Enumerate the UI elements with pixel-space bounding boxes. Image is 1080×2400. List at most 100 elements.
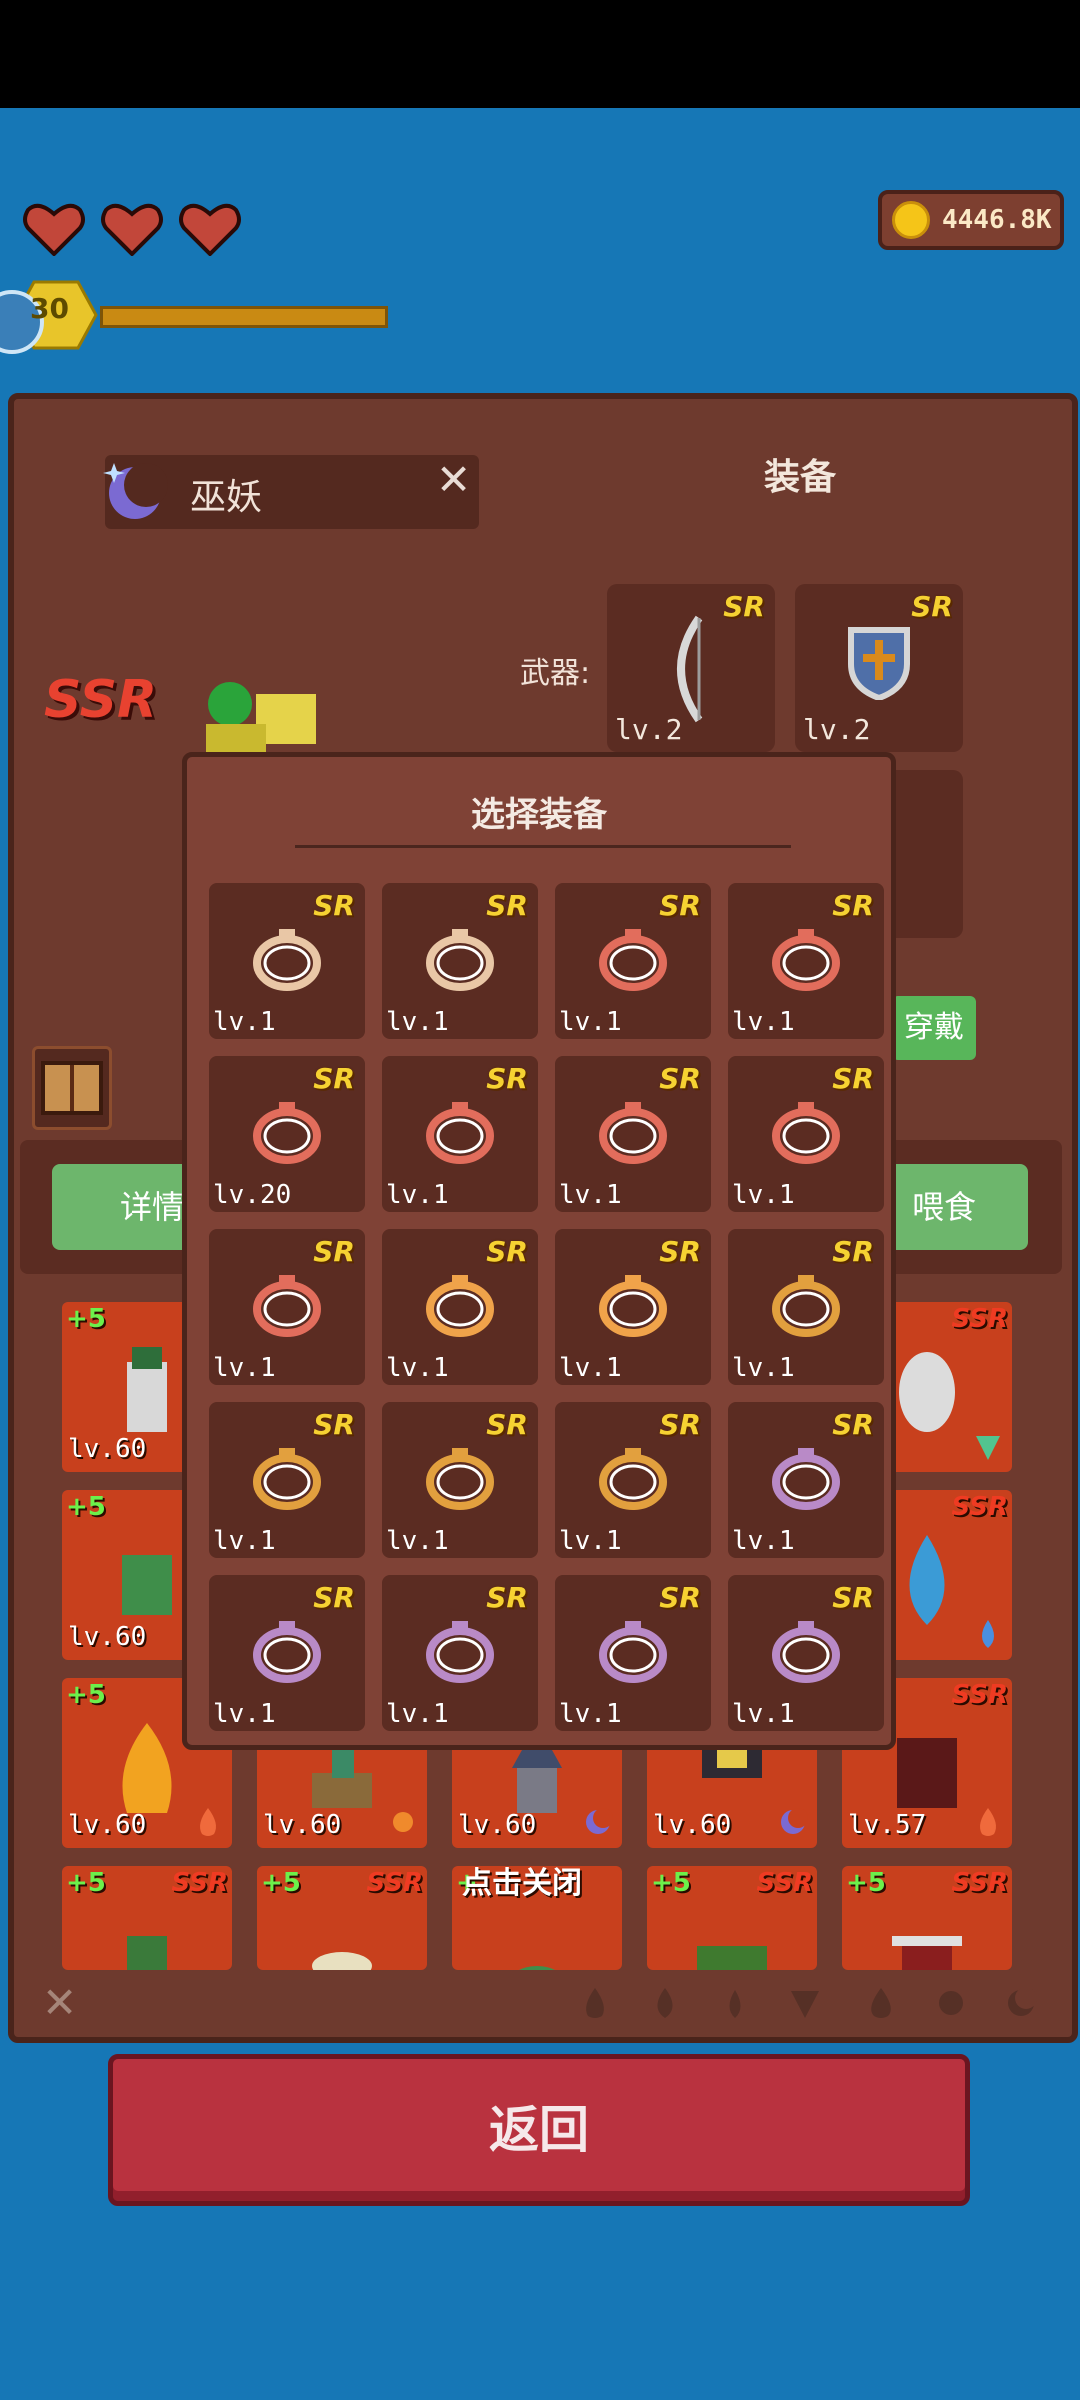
monster-name: 巫妖	[190, 477, 263, 518]
equipment-item[interactable]: SR lv.1	[555, 1229, 711, 1385]
equip-slot-armor[interactable]: SR lv.2	[795, 584, 963, 752]
item-level: lv.1	[732, 1699, 795, 1729]
fire-icon	[980, 1808, 996, 1836]
bird-icon	[312, 1952, 372, 1970]
equipment-item[interactable]: SR lv.1	[382, 1056, 538, 1212]
water-drop-icon	[982, 1620, 994, 1648]
equipment-item[interactable]: SR lv.1	[209, 1402, 365, 1558]
item-level: lv.1	[559, 1353, 622, 1383]
plus-badge: +5	[651, 1868, 691, 1898]
sun-icon	[393, 1812, 413, 1832]
rarity-tag: SR	[659, 1408, 701, 1441]
red-ring-icon	[599, 929, 667, 991]
back-button[interactable]: 返回	[108, 2054, 970, 2206]
item-level: lv.1	[559, 1699, 622, 1729]
item-level: lv.1	[386, 1526, 449, 1556]
select-equipment-modal: 选择装备 SR lv.1 SR lv.1 SR lv.1 SR lv.1 SR lv.20 SR lv…	[182, 752, 896, 1750]
rarity-tag: SR	[832, 1581, 874, 1614]
monster-card[interactable]: +5 SSR	[62, 1866, 232, 1970]
equipment-item[interactable]: SR lv.1	[555, 1575, 711, 1731]
divider	[295, 845, 791, 848]
equipment-item[interactable]: SR lv.20	[209, 1056, 365, 1212]
slot-level: lv.2	[615, 713, 683, 746]
water-filter-icon[interactable]	[648, 1986, 682, 2020]
equipment-item[interactable]: SR lv.1	[728, 883, 884, 1039]
card-level: lv.57	[848, 1810, 927, 1840]
equipment-title: 装备	[764, 457, 837, 498]
equipment-item[interactable]: SR lv.1	[209, 1229, 365, 1385]
book-icon[interactable]	[32, 1046, 112, 1130]
equipment-item[interactable]: SR lv.1	[555, 1402, 711, 1558]
rarity-tag: SSR	[366, 1868, 423, 1898]
rarity-tag: SR	[911, 590, 953, 623]
wind-icon	[976, 1436, 1000, 1460]
card-level: lv.60	[68, 1622, 147, 1652]
moon-filter-icon[interactable]	[1004, 1986, 1038, 2020]
rarity-tag: SR	[659, 889, 701, 922]
flame-filter-icon[interactable]	[864, 1986, 898, 2020]
item-level: lv.1	[213, 1699, 276, 1729]
fire-ring-icon	[599, 1275, 667, 1337]
moon-icon	[103, 463, 168, 519]
close-icon[interactable]: ✕	[436, 455, 471, 504]
gold-counter[interactable]: 4446.8K	[878, 190, 1064, 250]
purple-ring-icon	[253, 1621, 321, 1683]
equipment-item[interactable]: SR lv.1	[382, 1402, 538, 1558]
equipment-item[interactable]: SR lv.1	[209, 883, 365, 1039]
monster-card[interactable]: +5 SSR	[647, 1866, 817, 1970]
equipment-item[interactable]: SR lv.1	[382, 1575, 538, 1731]
plus-badge: +5	[66, 1304, 106, 1334]
equipment-item[interactable]: SR lv.1	[209, 1575, 365, 1731]
orc-icon	[127, 1936, 167, 1970]
equip-slot-weapon[interactable]: SR lv.2	[607, 584, 775, 752]
card-level: lv.60	[263, 1810, 342, 1840]
close-hint[interactable]: 点击关闭	[462, 1858, 582, 1902]
item-level: lv.1	[732, 1180, 795, 1210]
equipment-item[interactable]: SR lv.1	[728, 1229, 884, 1385]
item-level: lv.1	[386, 1699, 449, 1729]
rarity-tag: SSR	[951, 1680, 1008, 1710]
gold-coil-ring-icon	[426, 1448, 494, 1510]
player-level: 30	[30, 292, 69, 325]
equipment-item[interactable]: SR lv.1	[728, 1575, 884, 1731]
modal-title: 选择装备	[471, 795, 607, 835]
moon-icon	[781, 1808, 808, 1834]
fire-filter-icon[interactable]	[578, 1986, 612, 2020]
item-level: lv.1	[213, 1007, 276, 1037]
clear-filter-icon[interactable]: ✕	[42, 1978, 77, 2027]
rarity-tag: SR	[832, 889, 874, 922]
rarity-tag: SR	[659, 1062, 701, 1095]
plain-ring-icon	[253, 929, 321, 991]
wear-button[interactable]: 穿戴	[892, 996, 976, 1060]
equipment-item[interactable]: SR lv.1	[555, 883, 711, 1039]
item-level: lv.1	[732, 1007, 795, 1037]
rarity-tag: SR	[486, 1408, 528, 1441]
monster-card[interactable]: +5 SSR	[257, 1866, 427, 1970]
item-level: lv.1	[386, 1180, 449, 1210]
card-level: lv.60	[458, 1810, 537, 1840]
equipment-item[interactable]: SR lv.1	[555, 1056, 711, 1212]
red-ring-icon	[772, 929, 840, 991]
goblin-icon	[122, 1555, 172, 1615]
equipment-item[interactable]: SR lv.1	[382, 883, 538, 1039]
wind-filter-icon[interactable]	[788, 1986, 822, 2020]
heart-icon	[101, 203, 163, 256]
rarity-tag: SR	[313, 1062, 355, 1095]
item-level: lv.1	[559, 1526, 622, 1556]
equipment-item[interactable]: SR lv.1	[382, 1229, 538, 1385]
sun-filter-icon[interactable]	[934, 1986, 968, 2020]
monster-rarity: SSR	[44, 670, 158, 730]
heart-icon	[179, 203, 241, 256]
drop-filter-icon[interactable]	[718, 1986, 752, 2020]
fire-ring-icon	[426, 1275, 494, 1337]
monster-card[interactable]: +5 SSR	[842, 1866, 1012, 1970]
equipment-item[interactable]: SR lv.1	[728, 1402, 884, 1558]
purple-ring-icon	[599, 1621, 667, 1683]
red-ring-icon	[599, 1102, 667, 1164]
item-level: lv.20	[213, 1180, 292, 1210]
item-level: lv.1	[732, 1526, 795, 1556]
rarity-tag: SSR	[756, 1868, 813, 1898]
slime-icon	[519, 1966, 555, 1970]
equipment-item[interactable]: SR lv.1	[728, 1056, 884, 1212]
slot-level: lv.2	[803, 713, 871, 746]
